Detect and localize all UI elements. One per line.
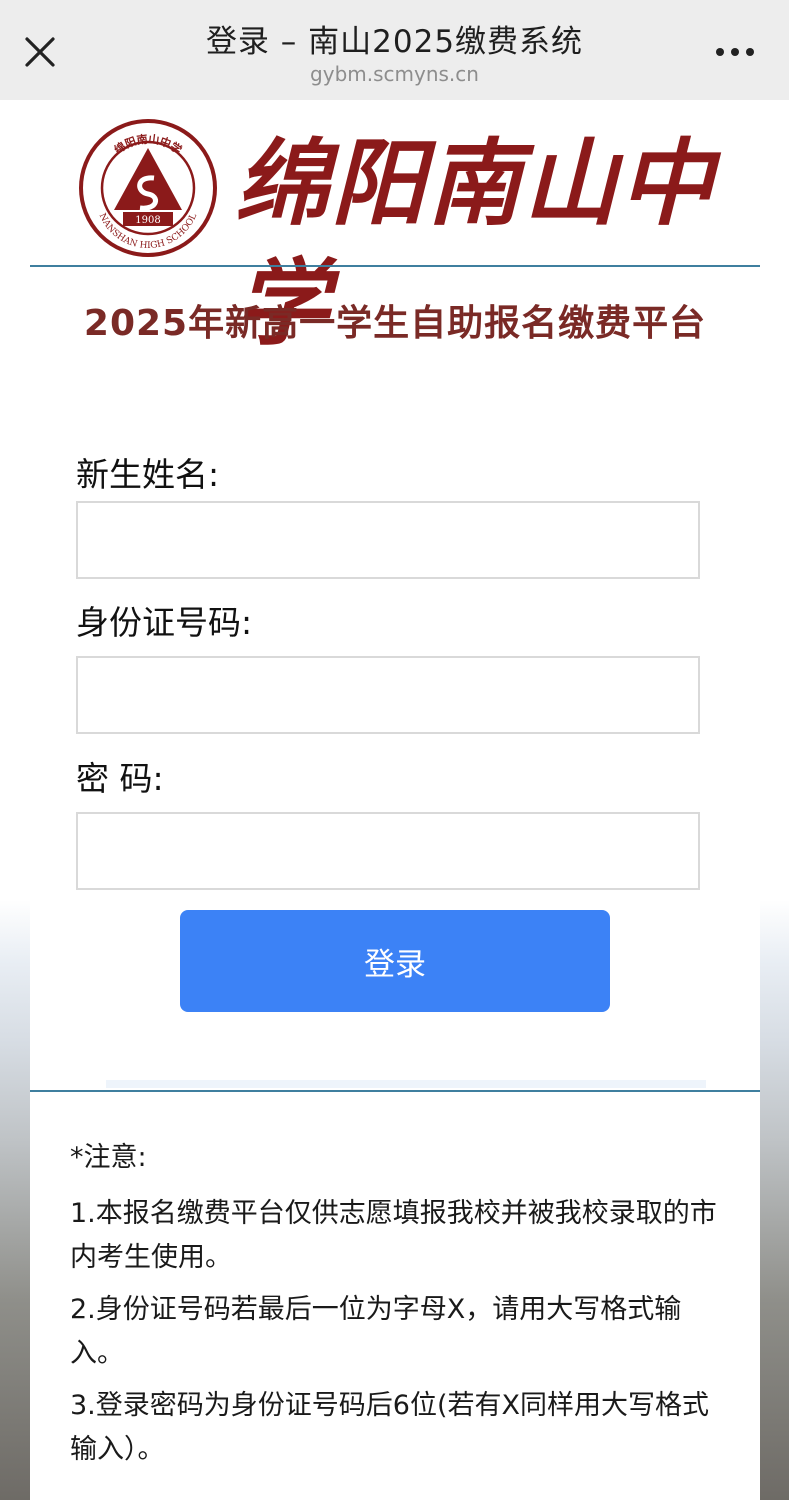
page-title: 登录 – 南山2025缴费系统 — [205, 24, 584, 60]
svg-text:1908: 1908 — [135, 215, 160, 226]
student-name-input[interactable] — [76, 501, 700, 579]
password-input[interactable] — [76, 812, 700, 890]
notice-heading: *注意: — [70, 1142, 147, 1173]
id-number-input[interactable] — [76, 656, 700, 734]
id-number-label: 身份证号码: — [76, 603, 253, 642]
header-divider — [30, 265, 760, 267]
more-horizontal-icon[interactable] — [708, 34, 768, 70]
notice-item: 2.身份证号码若最后一位为字母X，请用大写格式输入。 — [70, 1294, 682, 1369]
school-seal-logo: 1908 绵阳南山中学 NANSHAN HIGH SCHOOL — [78, 118, 218, 258]
notice-divider — [30, 1090, 760, 1092]
login-button[interactable]: 登录 — [180, 910, 610, 1012]
decorative-strip — [106, 1080, 706, 1088]
login-panel: 1908 绵阳南山中学 NANSHAN HIGH SCHOOL 绵阳南山中学 2… — [30, 100, 760, 1500]
platform-title: 2025年新高一学生自助报名缴费平台 — [83, 303, 707, 344]
notice-section: *注意: 1.本报名缴费平台仅供志愿填报我校并被我校录取的市内考生使用。 2.身… — [70, 1135, 730, 1480]
notice-item: 1.本报名缴费平台仅供志愿填报我校并被我校录取的市内考生使用。 — [70, 1198, 717, 1273]
notice-item: 3.登录密码为身份证号码后6位(若有X同样用大写格式输入）。 — [70, 1390, 709, 1465]
browser-top-bar: 登录 – 南山2025缴费系统 gybm.scmyns.cn — [0, 0, 789, 100]
name-label: 新生姓名: — [76, 455, 220, 494]
password-label: 密 码: — [76, 759, 164, 798]
page-url: gybm.scmyns.cn — [310, 62, 479, 86]
school-name-calligraphy: 绵阳南山中学 — [235, 129, 716, 359]
